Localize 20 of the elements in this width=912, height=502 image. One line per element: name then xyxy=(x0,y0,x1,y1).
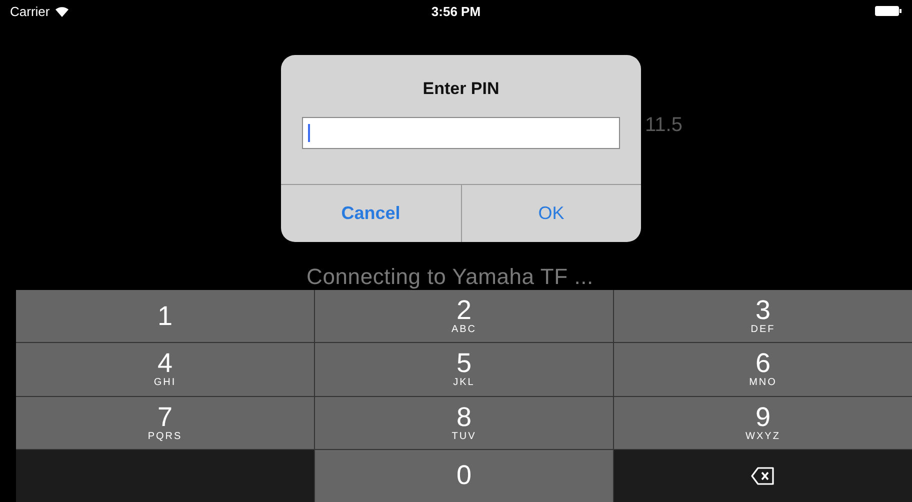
wifi-icon xyxy=(54,6,69,16)
dialog-title: Enter PIN xyxy=(422,79,500,99)
digit-key[interactable]: 5 JKL xyxy=(315,343,613,396)
battery-icon xyxy=(875,6,902,16)
digit-key[interactable]: 6 MNO xyxy=(614,343,912,396)
backspace-icon xyxy=(751,466,775,485)
carrier-label: Carrier xyxy=(10,4,50,18)
digit-key[interactable]: 8 TUV xyxy=(315,396,613,449)
digit-key[interactable]: 2 ABC xyxy=(315,290,613,342)
digit-key[interactable]: 7 PQRS xyxy=(16,396,314,449)
digit-key[interactable]: 9 WXYZ xyxy=(614,396,912,449)
connection-status: Connecting to Yamaha TF ... xyxy=(306,264,594,290)
background-reading: 11.5 xyxy=(645,114,682,137)
digit-key[interactable]: 0 xyxy=(315,450,613,502)
digit-key[interactable]: 4 GHI xyxy=(16,343,314,396)
digit-key[interactable]: 1 xyxy=(16,290,314,342)
pin-input-field[interactable] xyxy=(302,117,620,149)
clock-time: 3:56 PM xyxy=(431,4,481,18)
text-cursor xyxy=(308,124,310,142)
digit-key[interactable]: 3 DEF xyxy=(614,290,912,342)
